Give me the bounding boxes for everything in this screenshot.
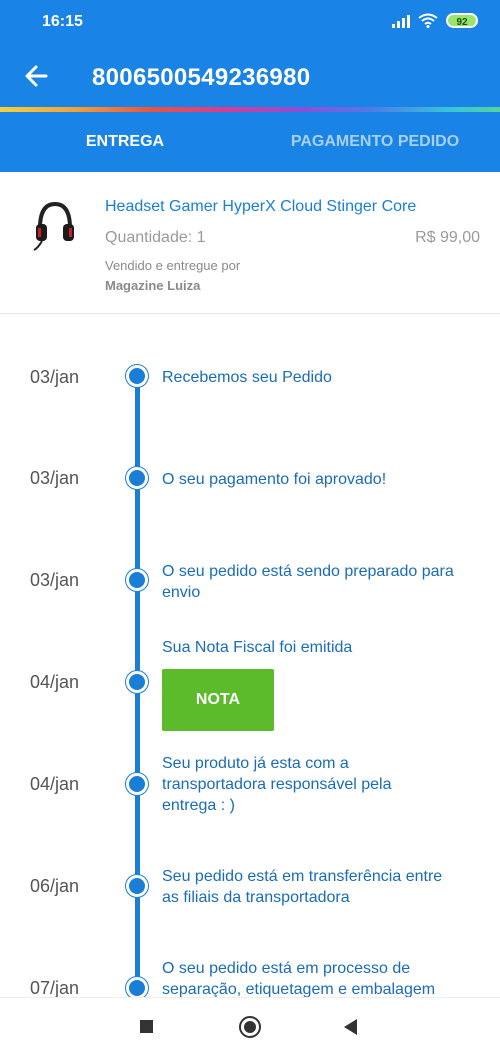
event-text: Sua Nota Fiscal foi emitida <box>162 639 353 656</box>
event-date: 07/jan <box>30 978 80 997</box>
seller-name: Magazine Luiza <box>105 278 201 293</box>
event-text: Seu pedido está em transferência entre a… <box>162 868 443 906</box>
timeline-dot-icon <box>126 569 148 591</box>
status-icons: 92 <box>392 13 478 28</box>
tab-entrega[interactable]: ENTREGA <box>0 112 250 172</box>
nav-back-icon[interactable] <box>344 1019 357 1035</box>
event-text: Recebemos seu Pedido <box>162 369 332 386</box>
home-icon[interactable] <box>239 1016 261 1038</box>
event-text: Seu produto já esta com a transportadora… <box>162 755 392 814</box>
timeline-dot-icon <box>126 467 148 489</box>
back-arrow-icon[interactable] <box>22 58 52 94</box>
event-text: O seu pagamento foi aprovado! <box>162 471 387 488</box>
sold-by: Vendido e entregue por Magazine Luiza <box>105 256 240 296</box>
timeline-dot-icon <box>126 365 148 387</box>
headset-image <box>33 201 74 251</box>
signal-icon <box>392 14 410 28</box>
timeline-dot-icon <box>126 671 148 693</box>
timeline-dot-icon <box>126 773 148 795</box>
order-number: 8006500549236980 <box>92 64 311 91</box>
timeline-dot-icon <box>126 875 148 897</box>
event-date: 04/jan <box>30 774 80 794</box>
product-price: R$ 99,00 <box>415 229 480 246</box>
event-date: 04/jan <box>30 672 80 692</box>
sold-by-label: Vendido e entregue por <box>105 258 241 273</box>
status-bar: 16:15 92 <box>0 0 500 44</box>
timeline-dot-icon <box>126 977 148 997</box>
nota-button[interactable]: NOTA <box>162 669 274 731</box>
event-date: 03/jan <box>30 570 80 590</box>
product-quantity: Quantidade: 1 <box>105 229 206 246</box>
recents-icon[interactable] <box>140 1020 153 1033</box>
event-text: O seu pedido está sendo preparado para e… <box>162 563 454 601</box>
tab-bar: ENTREGA PAGAMENTO PEDIDO <box>0 112 500 172</box>
battery-icon: 92 <box>446 13 478 28</box>
wifi-icon <box>418 13 438 28</box>
product-card: Headset Gamer HyperX Cloud Stinger Core … <box>0 172 500 314</box>
event-text: O seu pedido está em processo de separaç… <box>162 960 436 997</box>
tab-pagamento-pedido[interactable]: PAGAMENTO PEDIDO <box>250 112 500 172</box>
product-name-link[interactable]: Headset Gamer HyperX Cloud Stinger Core <box>105 198 416 216</box>
event-date: 06/jan <box>30 876 80 896</box>
delivery-timeline: 03/jan Recebemos seu Pedido 03/jan O seu… <box>0 315 500 997</box>
app-bar: 8006500549236980 <box>0 44 500 108</box>
status-time: 16:15 <box>42 13 83 30</box>
event-date: 03/jan <box>30 468 80 488</box>
system-nav-bar <box>0 997 500 1056</box>
event-date: 03/jan <box>30 367 80 387</box>
